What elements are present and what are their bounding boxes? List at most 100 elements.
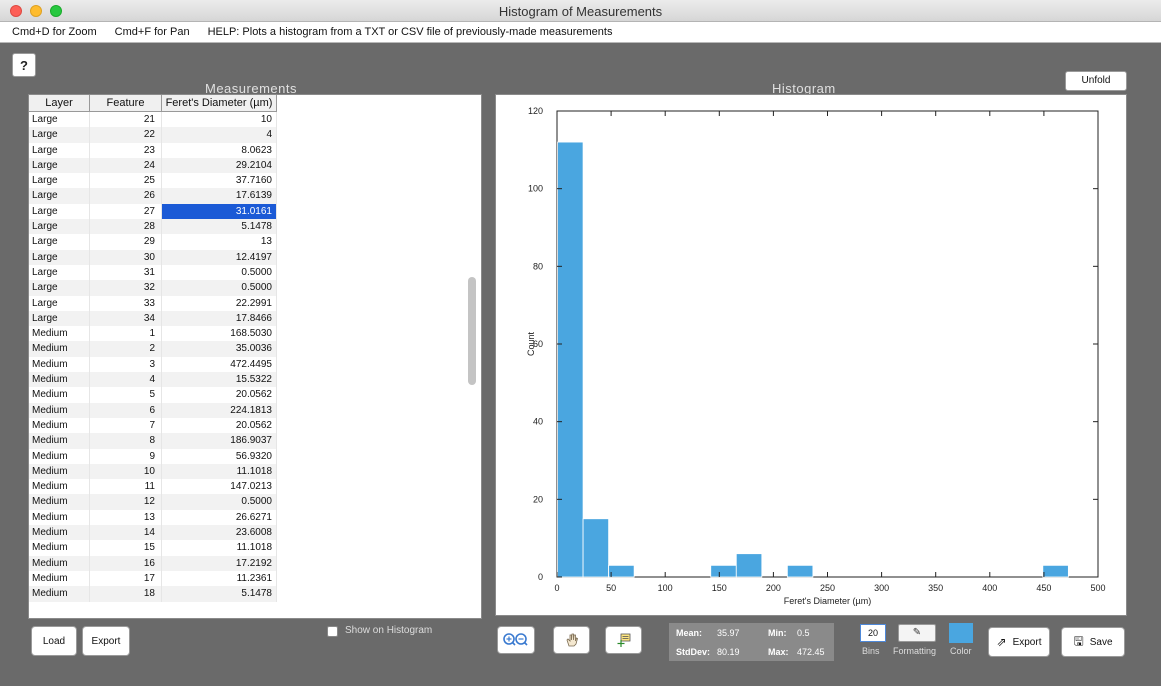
show-on-histogram-checkbox[interactable] [327, 626, 338, 637]
feature-cell[interactable]: 16 [90, 555, 162, 571]
table-row[interactable]: Medium 11 147.0213 [29, 479, 277, 495]
layer-cell[interactable]: Large [29, 188, 90, 204]
feret-diameter-cell[interactable]: 0.5000 [162, 494, 277, 510]
feret-diameter-cell[interactable]: 22.2991 [162, 295, 277, 311]
table-row[interactable]: Large 25 37.7160 [29, 173, 277, 189]
feature-cell[interactable]: 13 [90, 509, 162, 526]
feature-cell[interactable]: 11 [90, 479, 162, 495]
table-row[interactable]: Medium 4 15.5322 [29, 372, 277, 388]
table-row[interactable]: Large 33 22.2991 [29, 295, 277, 311]
layer-cell[interactable]: Medium [29, 356, 90, 373]
save-button[interactable]: 🖫 Save [1061, 627, 1125, 657]
table-row[interactable]: Large 34 17.8466 [29, 310, 277, 327]
layer-cell[interactable]: Large [29, 249, 90, 265]
layer-cell[interactable]: Large [29, 280, 90, 296]
table-row[interactable]: Medium 16 17.2192 [29, 555, 277, 571]
feature-cell[interactable]: 27 [90, 203, 162, 220]
layer-cell[interactable]: Medium [29, 509, 90, 526]
feret-diameter-cell[interactable]: 15.5322 [162, 372, 277, 388]
layer-cell[interactable]: Large [29, 112, 90, 128]
layer-cell[interactable]: Large [29, 295, 90, 311]
histogram-chart[interactable]: 0 50 100 150 200 250 300 350 400 450 5000204060801… [496, 95, 1126, 615]
pan-button[interactable] [553, 626, 590, 654]
feret-diameter-cell[interactable]: 17.6139 [162, 188, 277, 204]
feret-diameter-cell[interactable]: 8.0623 [162, 142, 277, 158]
table-row[interactable]: Large 32 0.5000 [29, 280, 277, 296]
feature-cell[interactable]: 9 [90, 448, 162, 464]
bins-input[interactable]: 20 [860, 624, 886, 642]
unfold-button[interactable]: Unfold [1065, 71, 1127, 91]
layer-cell[interactable]: Medium [29, 525, 90, 541]
feret-diameter-cell[interactable]: 168.5030 [162, 326, 277, 342]
table-row[interactable]: Large 30 12.4197 [29, 249, 277, 265]
layer-cell[interactable]: Medium [29, 417, 90, 434]
table-row[interactable]: Medium 13 26.6271 [29, 509, 277, 526]
feret-diameter-cell[interactable]: 11.1018 [162, 463, 277, 480]
feret-diameter-cell[interactable]: 23.6008 [162, 525, 277, 541]
feature-cell[interactable]: 29 [90, 234, 162, 250]
layer-cell[interactable]: Large [29, 173, 90, 189]
table-row[interactable]: Medium 8 186.9037 [29, 433, 277, 449]
export-table-button[interactable]: Export [82, 626, 130, 656]
color-swatch-button[interactable] [949, 623, 973, 643]
feature-cell[interactable]: 2 [90, 341, 162, 357]
load-button[interactable]: Load [31, 626, 77, 656]
feature-cell[interactable]: 5 [90, 387, 162, 403]
feret-diameter-cell[interactable]: 20.0562 [162, 387, 277, 403]
layer-cell[interactable]: Medium [29, 448, 90, 464]
feature-cell[interactable]: 32 [90, 280, 162, 296]
table-row[interactable]: Large 22 4 [29, 127, 277, 143]
column-header-feret-diameter[interactable]: Feret's Diameter (µm) [162, 95, 277, 112]
table-row[interactable]: Medium 5 20.0562 [29, 387, 277, 403]
feret-diameter-cell[interactable]: 35.0036 [162, 341, 277, 357]
feature-cell[interactable]: 34 [90, 310, 162, 327]
feret-diameter-cell[interactable]: 11.2361 [162, 570, 277, 587]
help-button[interactable]: ? [12, 53, 36, 77]
table-row[interactable]: Medium 10 11.1018 [29, 463, 277, 480]
layer-cell[interactable]: Medium [29, 494, 90, 510]
feret-diameter-cell[interactable]: 29.2104 [162, 157, 277, 174]
feature-cell[interactable]: 31 [90, 264, 162, 281]
feature-cell[interactable]: 7 [90, 417, 162, 434]
feret-diameter-cell[interactable]: 4 [162, 127, 277, 143]
feret-diameter-cell[interactable]: 20.0562 [162, 417, 277, 434]
data-cursor-button[interactable] [605, 626, 642, 654]
feret-diameter-cell[interactable]: 147.0213 [162, 479, 277, 495]
layer-cell[interactable]: Large [29, 219, 90, 235]
table-row[interactable]: Medium 17 11.2361 [29, 570, 277, 587]
table-row[interactable]: Large 26 17.6139 [29, 188, 277, 204]
layer-cell[interactable]: Large [29, 310, 90, 327]
table-row[interactable]: Medium 18 5.1478 [29, 586, 277, 602]
layer-cell[interactable]: Medium [29, 433, 90, 449]
feature-cell[interactable]: 10 [90, 463, 162, 480]
feret-diameter-cell[interactable]: 186.9037 [162, 433, 277, 449]
feature-cell[interactable]: 18 [90, 586, 162, 602]
feature-cell[interactable]: 15 [90, 540, 162, 556]
feret-diameter-cell[interactable]: 11.1018 [162, 540, 277, 556]
feature-cell[interactable]: 14 [90, 525, 162, 541]
feature-cell[interactable]: 30 [90, 249, 162, 265]
table-row[interactable]: Medium 12 0.5000 [29, 494, 277, 510]
layer-cell[interactable]: Medium [29, 570, 90, 587]
feature-cell[interactable]: 12 [90, 494, 162, 510]
layer-cell[interactable]: Medium [29, 402, 90, 418]
table-row[interactable]: Medium 7 20.0562 [29, 417, 277, 434]
feret-diameter-cell[interactable]: 17.8466 [162, 310, 277, 327]
feret-diameter-cell[interactable]: 56.9320 [162, 448, 277, 464]
feature-cell[interactable]: 1 [90, 326, 162, 342]
feret-diameter-cell[interactable]: 17.2192 [162, 555, 277, 571]
layer-cell[interactable]: Medium [29, 341, 90, 357]
table-row[interactable]: Large 24 29.2104 [29, 157, 277, 174]
feret-diameter-cell[interactable]: 26.6271 [162, 509, 277, 526]
feature-cell[interactable]: 17 [90, 570, 162, 587]
table-row[interactable]: Large 27 31.0161 [29, 203, 277, 220]
layer-cell[interactable]: Large [29, 203, 90, 220]
feature-cell[interactable]: 4 [90, 372, 162, 388]
layer-cell[interactable]: Medium [29, 372, 90, 388]
layer-cell[interactable]: Medium [29, 555, 90, 571]
column-header-feature[interactable]: Feature [90, 95, 162, 112]
feret-diameter-cell[interactable]: 0.5000 [162, 280, 277, 296]
feature-cell[interactable]: 25 [90, 173, 162, 189]
feret-diameter-cell[interactable]: 472.4495 [162, 356, 277, 373]
feret-diameter-cell[interactable]: 12.4197 [162, 249, 277, 265]
